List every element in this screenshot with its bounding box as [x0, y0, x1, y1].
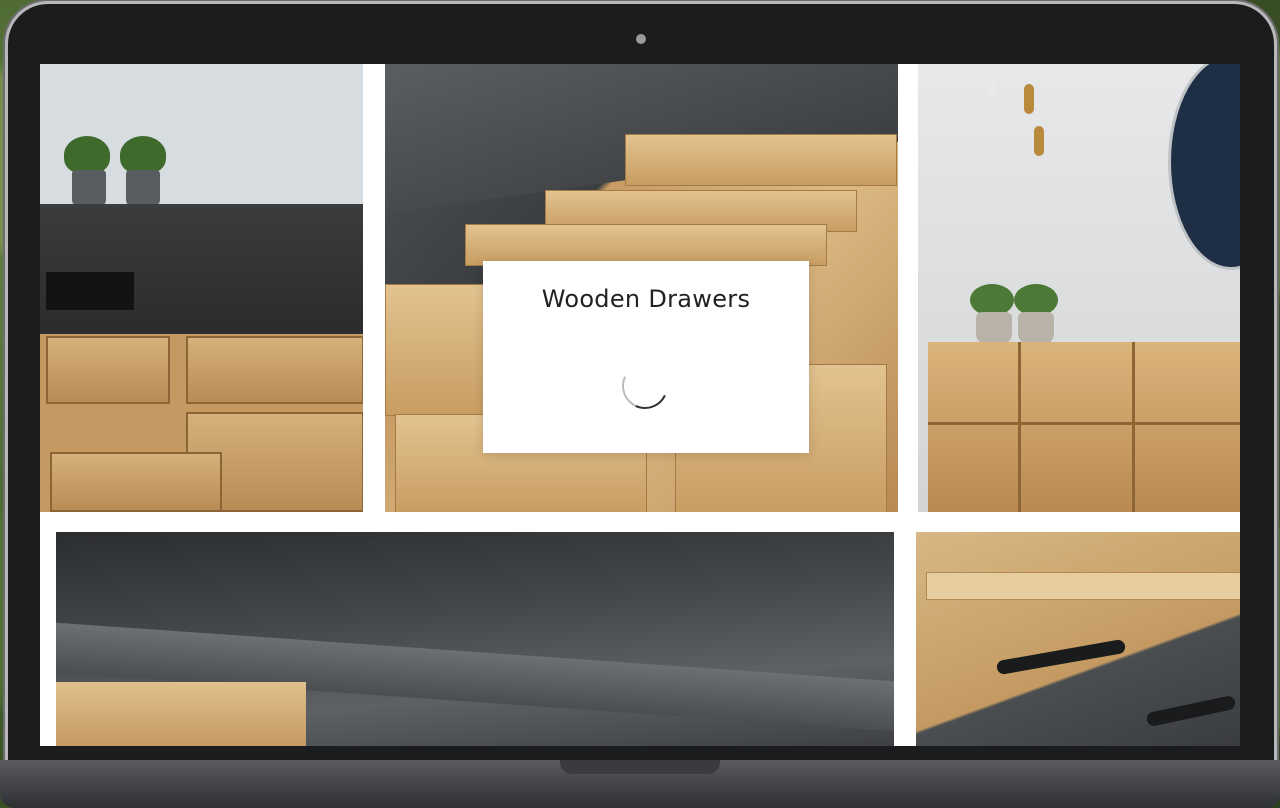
loading-spinner-icon	[615, 356, 675, 416]
drawer-front	[186, 336, 363, 404]
countertop-surface	[40, 204, 363, 332]
cabinet-seam	[1018, 342, 1021, 512]
pot-decoration	[72, 170, 106, 206]
light-bulb	[1024, 84, 1034, 114]
gallery-tile-kitchen-drawers[interactable]	[40, 64, 363, 512]
loading-modal: Wooden Drawers	[483, 261, 809, 453]
drawer-divider	[926, 572, 1240, 600]
drawer-front	[46, 336, 170, 404]
drawer-divider	[625, 134, 897, 186]
light-bulb	[1034, 126, 1044, 156]
cabinet-seam	[928, 422, 1240, 425]
open-drawer	[50, 452, 222, 512]
knife	[995, 638, 1127, 676]
plant-decoration	[120, 136, 166, 174]
laptop-notch	[560, 760, 720, 774]
pot-decoration	[1018, 312, 1054, 344]
mirror	[1168, 64, 1240, 270]
wall-cabinet	[928, 342, 1240, 512]
plant-decoration	[64, 136, 110, 174]
sink	[46, 272, 134, 310]
gallery-tile-countertop[interactable]	[56, 532, 894, 746]
camera-icon	[636, 34, 646, 44]
gallery-tile-knife-drawer[interactable]	[916, 532, 1240, 746]
wood-panel	[56, 682, 306, 746]
drawer-divider	[465, 224, 827, 266]
pot-decoration	[126, 170, 160, 206]
cabinet-seam	[1132, 342, 1135, 512]
modal-title: Wooden Drawers	[541, 285, 751, 313]
pot-decoration	[976, 312, 1012, 344]
laptop-screen: Wooden Drawers	[40, 64, 1240, 746]
knife	[1145, 694, 1237, 728]
gallery-tile-wall-cabinet[interactable]	[918, 64, 1240, 512]
light-bulb	[986, 68, 996, 98]
